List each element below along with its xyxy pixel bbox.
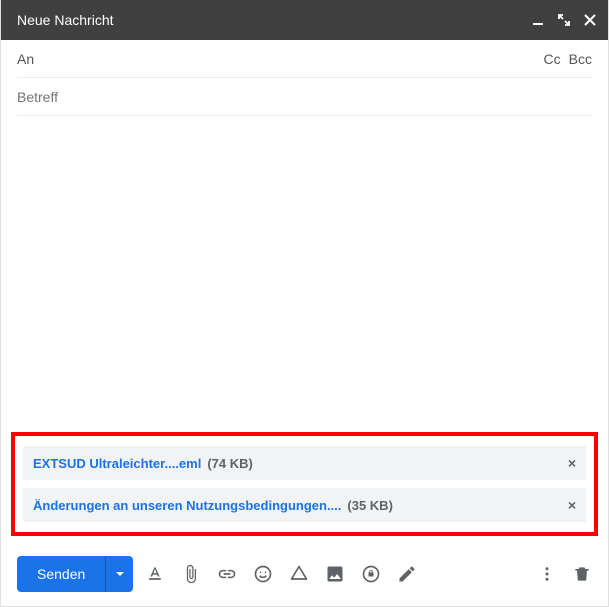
window-title: Neue Nachricht bbox=[17, 12, 532, 28]
pen-icon[interactable] bbox=[397, 564, 417, 584]
minimize-icon[interactable] bbox=[532, 14, 544, 26]
cc-button[interactable]: Cc bbox=[544, 51, 561, 67]
text-format-icon[interactable] bbox=[145, 564, 165, 584]
header-fields: An Cc Bcc bbox=[1, 40, 608, 116]
to-row[interactable]: An Cc Bcc bbox=[17, 40, 592, 78]
attachment-remove-icon[interactable]: × bbox=[568, 497, 576, 513]
titlebar: Neue Nachricht bbox=[1, 0, 608, 40]
emoji-icon[interactable] bbox=[253, 564, 273, 584]
send-group: Senden bbox=[17, 556, 133, 592]
confidential-icon[interactable] bbox=[361, 564, 381, 584]
attachment-name: Änderungen an unseren Nutzungsbedingunge… bbox=[33, 498, 341, 513]
attachment-item[interactable]: EXTSUD Ultraleichter....eml (74 KB) × bbox=[23, 446, 586, 480]
compose-footer: Senden bbox=[1, 546, 608, 606]
attachment-name: EXTSUD Ultraleichter....eml bbox=[33, 456, 201, 471]
window-controls bbox=[532, 14, 596, 26]
attachment-item[interactable]: Änderungen an unseren Nutzungsbedingunge… bbox=[23, 488, 586, 522]
more-icon[interactable] bbox=[538, 565, 556, 583]
send-button[interactable]: Senden bbox=[17, 556, 105, 592]
send-options-dropdown[interactable] bbox=[105, 556, 133, 592]
attachment-size: (35 KB) bbox=[347, 498, 393, 513]
attachment-size: (74 KB) bbox=[207, 456, 253, 471]
cc-bcc-controls: Cc Bcc bbox=[544, 51, 592, 67]
subject-row[interactable] bbox=[17, 78, 592, 116]
compose-window: Neue Nachricht An Cc Bcc bbox=[0, 0, 609, 607]
attachments-highlight: EXTSUD Ultraleichter....eml (74 KB) × Än… bbox=[11, 432, 598, 536]
close-icon[interactable] bbox=[584, 14, 596, 26]
subject-input[interactable] bbox=[17, 89, 592, 105]
image-icon[interactable] bbox=[325, 564, 345, 584]
trash-icon[interactable] bbox=[572, 564, 592, 584]
attachment-remove-icon[interactable]: × bbox=[568, 455, 576, 471]
attach-icon[interactable] bbox=[181, 564, 201, 584]
expand-icon[interactable] bbox=[558, 14, 570, 26]
link-icon[interactable] bbox=[217, 564, 237, 584]
drive-icon[interactable] bbox=[289, 564, 309, 584]
to-input[interactable] bbox=[42, 51, 543, 67]
compose-body[interactable] bbox=[1, 116, 608, 432]
bcc-button[interactable]: Bcc bbox=[569, 51, 592, 67]
footer-right-controls bbox=[538, 564, 592, 584]
to-label: An bbox=[17, 51, 34, 67]
compose-toolbar bbox=[145, 564, 417, 584]
